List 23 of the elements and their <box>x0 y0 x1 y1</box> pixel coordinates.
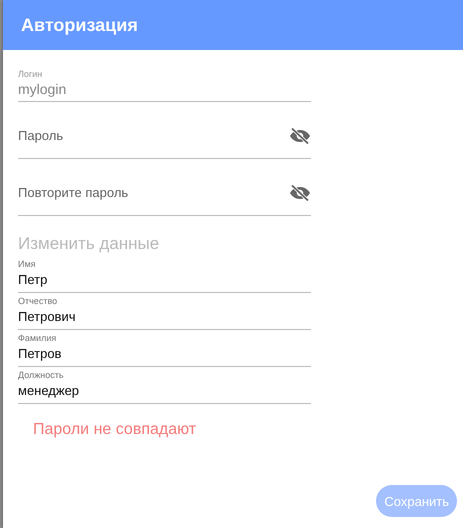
text-field[interactable]: Должность менеджер <box>18 367 311 404</box>
field-label: Логин <box>18 69 44 79</box>
field-value: Петров <box>18 346 62 361</box>
eye-off-icon[interactable] <box>289 128 311 144</box>
field-label: Имя <box>18 259 37 269</box>
field-value: Петрович <box>18 309 76 324</box>
section-heading: Изменить данные <box>18 234 160 254</box>
text-field[interactable]: Имя Петр <box>18 256 311 293</box>
text-field[interactable]: Фамилия Петров <box>18 330 311 367</box>
field-label: Фамилия <box>18 333 58 343</box>
field-value: менеджер <box>18 383 80 398</box>
field-placeholder: Пароль <box>18 128 64 143</box>
field-label: Должность <box>18 370 65 380</box>
password-field[interactable]: Повторите пароль <box>18 176 311 216</box>
text-field[interactable]: Отчество Петрович <box>18 293 311 330</box>
field-value: mylogin <box>18 81 68 97</box>
eye-off-icon[interactable] <box>289 184 311 200</box>
field-placeholder: Повторите пароль <box>18 185 128 200</box>
field-label: Отчество <box>18 296 58 306</box>
dialog-title: Авторизация <box>21 14 138 36</box>
field-value: Петр <box>18 272 48 287</box>
error-message: Пароли не совпадают <box>33 421 198 439</box>
password-field[interactable]: Пароль <box>18 119 311 159</box>
